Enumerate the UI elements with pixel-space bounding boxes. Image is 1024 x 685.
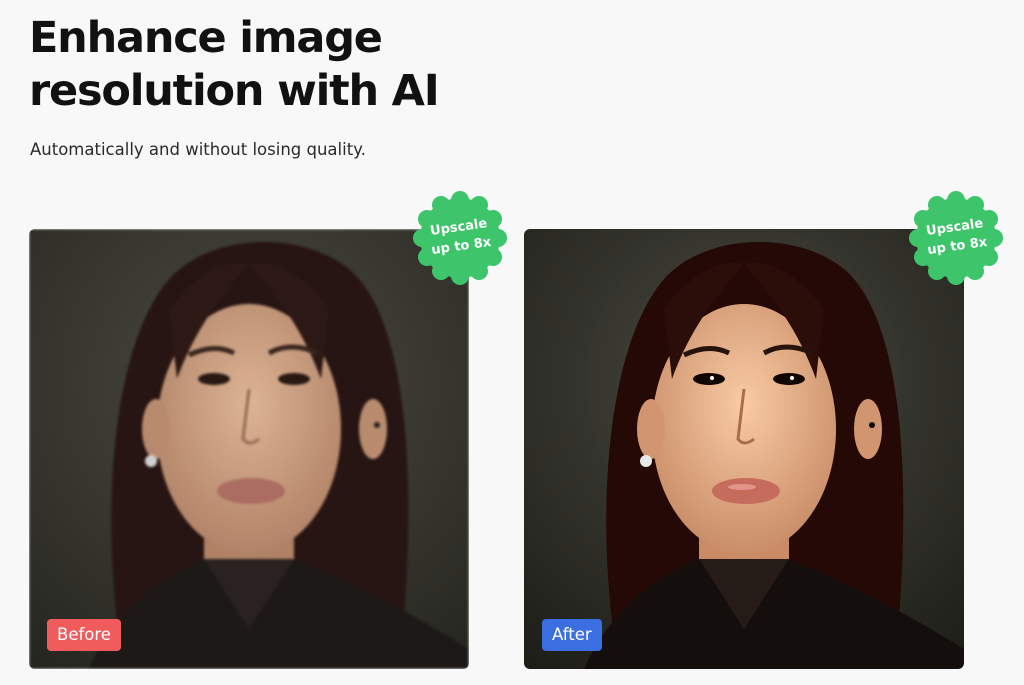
page-title-line-2: resolution with AI (29, 66, 440, 116)
before-portrait-image (29, 229, 469, 669)
before-image-card: Before (29, 229, 469, 669)
upscale-badge-before: Upscale up to 8x (413, 191, 507, 285)
page-subtitle: Automatically and without losing quality… (30, 140, 366, 159)
page-title-line-1: Enhance image (29, 13, 383, 63)
upscale-badge-after: Upscale up to 8x (909, 191, 1003, 285)
page-title: Enhance image resolution with AI (29, 12, 440, 118)
after-image-card: After (524, 229, 964, 669)
after-portrait-image (524, 229, 964, 669)
before-label: Before (47, 619, 121, 651)
after-label: After (542, 619, 602, 651)
